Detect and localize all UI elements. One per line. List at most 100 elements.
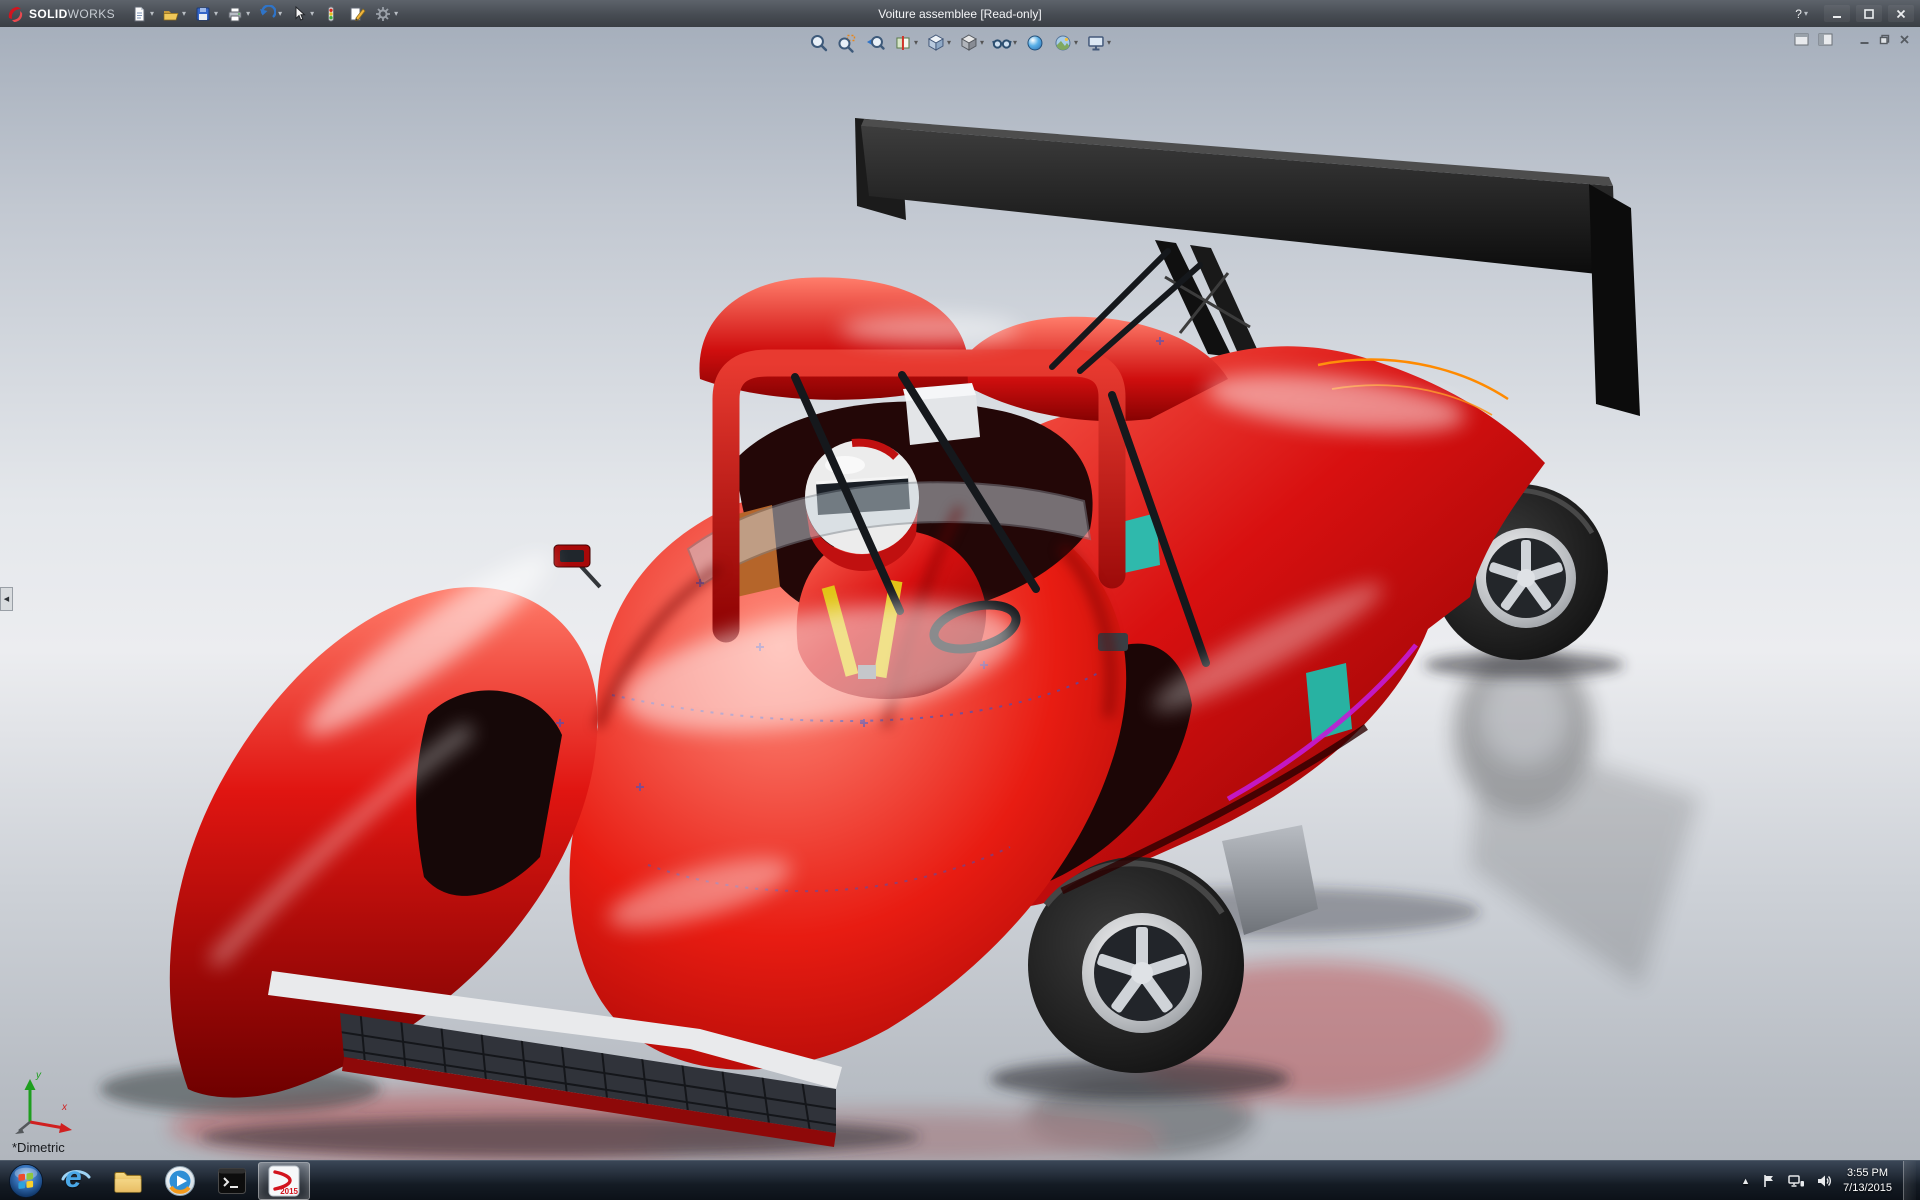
minimize-button[interactable] bbox=[1824, 5, 1850, 22]
view-settings-button[interactable]: ▾ bbox=[1084, 32, 1113, 54]
help-button[interactable]: ? ▾ bbox=[1795, 7, 1808, 21]
brand-text: SOLIDWORKS bbox=[29, 7, 115, 21]
command-prompt-button[interactable] bbox=[206, 1162, 258, 1200]
new-document-button[interactable]: ▾ bbox=[127, 3, 157, 25]
view-orientation-cube-icon bbox=[926, 33, 946, 53]
solidworks-logo-icon bbox=[6, 5, 24, 23]
title-bar: SOLIDWORKS ▾ ▾ ▾ ▾ ▾ bbox=[0, 0, 1920, 27]
window-title: Voiture assemblee [Read-only] bbox=[878, 7, 1041, 21]
new-caret[interactable]: ▾ bbox=[150, 10, 154, 18]
maximize-button[interactable] bbox=[1856, 5, 1882, 22]
close-icon bbox=[1895, 8, 1907, 20]
edit-sketch-icon bbox=[348, 5, 366, 23]
hide-show-glasses-icon bbox=[992, 33, 1012, 53]
display-style-button[interactable]: ▾ bbox=[957, 32, 986, 54]
view-orientation-label: *Dimetric bbox=[12, 1140, 65, 1155]
document-window-bar bbox=[1794, 33, 1910, 46]
hide-show-items-button[interactable]: ▾ bbox=[990, 32, 1019, 54]
quick-access-toolbar: ▾ ▾ ▾ ▾ ▾ ▾ bbox=[127, 3, 401, 25]
minimize-icon bbox=[1831, 8, 1843, 20]
window-controls: ? ▾ bbox=[1795, 5, 1914, 22]
flyout-arrow: ◀ bbox=[4, 595, 9, 603]
volume-icon[interactable] bbox=[1816, 1173, 1832, 1189]
previous-view-button[interactable] bbox=[863, 32, 887, 54]
solidworks-brand: SOLIDWORKS bbox=[6, 5, 115, 23]
media-player-icon bbox=[164, 1165, 196, 1197]
internet-explorer-icon: e bbox=[60, 1165, 92, 1197]
show-hidden-icons-button[interactable]: ▲ bbox=[1741, 1176, 1750, 1186]
open-caret[interactable]: ▾ bbox=[182, 10, 186, 18]
view-settings-caret[interactable]: ▾ bbox=[1107, 39, 1111, 47]
doc-close-button[interactable] bbox=[1899, 34, 1910, 45]
print-button[interactable]: ▾ bbox=[223, 3, 253, 25]
3d-viewport-canvas[interactable] bbox=[0, 27, 1920, 1160]
save-caret[interactable]: ▾ bbox=[214, 10, 218, 18]
taskbar-clock[interactable]: 3:55 PM 7/13/2015 bbox=[1843, 1166, 1892, 1196]
solidworks-taskbar-button[interactable]: 2015 bbox=[258, 1162, 310, 1200]
left-panel-flyout[interactable]: ◀ bbox=[0, 587, 13, 611]
options-caret[interactable]: ▾ bbox=[394, 10, 398, 18]
zoom-to-area-icon bbox=[837, 33, 857, 53]
display-style-icon bbox=[959, 33, 979, 53]
section-view-caret[interactable]: ▾ bbox=[914, 39, 918, 47]
media-player-button[interactable] bbox=[154, 1162, 206, 1200]
apply-scene-button[interactable]: ▾ bbox=[1051, 32, 1080, 54]
folder-icon bbox=[112, 1166, 144, 1196]
rear-right-wheel bbox=[1028, 857, 1244, 1073]
triad-y-label: y bbox=[36, 1070, 41, 1081]
section-view-button[interactable]: ▾ bbox=[891, 32, 920, 54]
triad-x-label: x bbox=[62, 1102, 67, 1113]
save-button[interactable]: ▾ bbox=[191, 3, 221, 25]
view-orientation-caret[interactable]: ▾ bbox=[947, 39, 951, 47]
zoom-to-fit-button[interactable] bbox=[807, 32, 831, 54]
network-icon[interactable] bbox=[1788, 1173, 1805, 1189]
rebuild-button[interactable] bbox=[319, 3, 343, 25]
ie-letter: e bbox=[65, 1161, 82, 1195]
undo-button[interactable]: ▾ bbox=[255, 3, 285, 25]
view-settings-monitor-icon bbox=[1086, 33, 1106, 53]
open-button[interactable]: ▾ bbox=[159, 3, 189, 25]
help-label: ? bbox=[1795, 7, 1802, 21]
apply-scene-icon bbox=[1053, 33, 1073, 53]
windows-start-orb-icon bbox=[8, 1163, 44, 1199]
previous-view-icon bbox=[865, 33, 885, 53]
save-icon bbox=[194, 5, 212, 23]
zoom-to-area-button[interactable] bbox=[835, 32, 859, 54]
panel-icon-2[interactable] bbox=[1818, 33, 1833, 46]
section-view-icon bbox=[893, 33, 913, 53]
doc-minimize-button[interactable] bbox=[1859, 34, 1870, 45]
show-desktop-button[interactable] bbox=[1903, 1161, 1916, 1200]
solidworks-window: SOLIDWORKS ▾ ▾ ▾ ▾ ▾ bbox=[0, 0, 1920, 1200]
apply-scene-caret[interactable]: ▾ bbox=[1074, 39, 1078, 47]
view-orientation-button[interactable]: ▾ bbox=[924, 32, 953, 54]
triad-axes bbox=[12, 1072, 82, 1136]
start-button[interactable] bbox=[2, 1162, 50, 1200]
clock-date: 7/13/2015 bbox=[1843, 1181, 1892, 1196]
doc-restore-button[interactable] bbox=[1879, 34, 1890, 45]
print-caret[interactable]: ▾ bbox=[246, 10, 250, 18]
undo-icon bbox=[258, 5, 276, 23]
print-icon bbox=[226, 5, 244, 23]
panel-icon-1[interactable] bbox=[1794, 33, 1809, 46]
action-center-flag-icon[interactable] bbox=[1761, 1173, 1777, 1189]
edit-sketch-button[interactable] bbox=[345, 3, 369, 25]
undo-caret[interactable]: ▾ bbox=[278, 10, 282, 18]
system-tray: ▲ 3:55 PM 7/13/2015 bbox=[1741, 1161, 1918, 1200]
brand-works: WORKS bbox=[68, 7, 115, 21]
display-style-caret[interactable]: ▾ bbox=[980, 39, 984, 47]
windows-explorer-button[interactable] bbox=[102, 1162, 154, 1200]
options-button[interactable]: ▾ bbox=[371, 3, 401, 25]
internet-explorer-button[interactable]: e bbox=[50, 1162, 102, 1200]
maximize-icon bbox=[1863, 8, 1875, 20]
edit-appearance-ball-icon bbox=[1025, 33, 1045, 53]
select-button[interactable]: ▾ bbox=[287, 3, 317, 25]
open-icon bbox=[162, 5, 180, 23]
left-mirror bbox=[554, 545, 600, 587]
hide-show-caret[interactable]: ▾ bbox=[1013, 39, 1017, 47]
new-document-icon bbox=[130, 5, 148, 23]
select-caret[interactable]: ▾ bbox=[310, 10, 314, 18]
close-button[interactable] bbox=[1888, 5, 1914, 22]
heads-up-view-toolbar: ▾ ▾ ▾ ▾ ▾ ▾ bbox=[807, 32, 1113, 54]
edit-appearance-button[interactable] bbox=[1023, 32, 1047, 54]
reference-triad[interactable]: y x bbox=[12, 1072, 82, 1136]
